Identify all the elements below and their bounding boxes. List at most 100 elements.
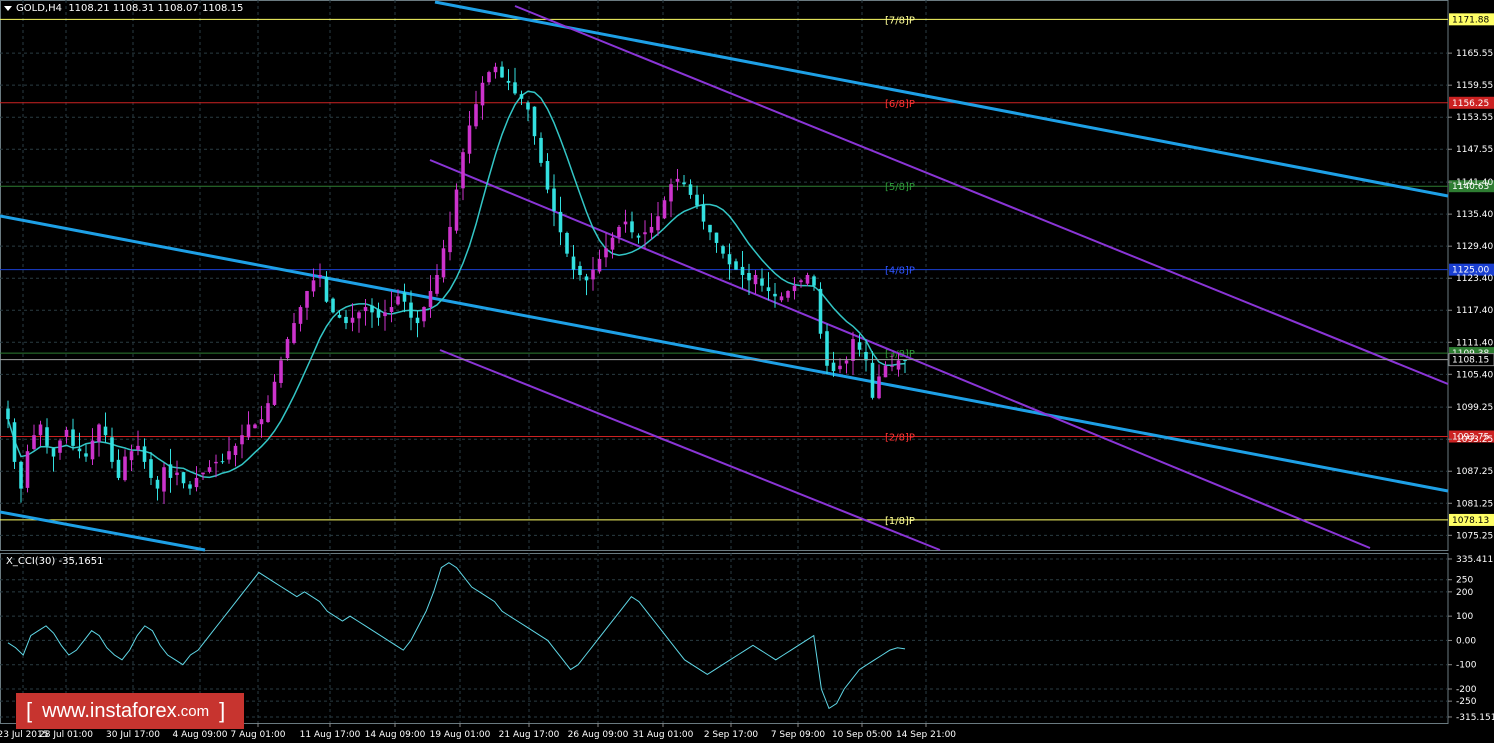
candle-body xyxy=(51,448,56,457)
candle-body xyxy=(84,453,88,457)
price-tick-label: 1111.40 xyxy=(1456,338,1493,348)
time-tick-label: 14 Sep 21:00 xyxy=(896,730,956,740)
candle-body xyxy=(246,424,251,438)
candle-body xyxy=(298,307,303,324)
candle-body xyxy=(675,178,680,182)
candle-body xyxy=(526,102,530,110)
time-tick-label: 31 Aug 01:00 xyxy=(633,730,694,740)
candle-body xyxy=(155,479,160,489)
candle-body xyxy=(266,403,270,423)
candle-body xyxy=(162,467,166,492)
candle-body xyxy=(207,467,212,472)
candle-body xyxy=(175,472,179,476)
candle-body xyxy=(649,226,654,233)
candle-body xyxy=(747,272,751,281)
cci-tick-label: -250 xyxy=(1456,697,1477,707)
price-tick-label: 1123.40 xyxy=(1456,274,1493,284)
instaforex-logo[interactable]: [ www.instaforex .com ] xyxy=(16,693,244,729)
price-tick-label: 1099.25 xyxy=(1456,403,1493,413)
candle-body xyxy=(760,278,764,286)
candle-body xyxy=(883,365,888,378)
chart-background xyxy=(0,0,1494,743)
candle-body xyxy=(740,266,745,275)
candle-body xyxy=(903,360,907,362)
candle-body xyxy=(409,302,413,318)
candle-body xyxy=(773,293,777,297)
time-tick-label: 2 Sep 17:00 xyxy=(704,730,759,740)
logo-domain: .com xyxy=(176,702,210,720)
price-tick-label: 1165.55 xyxy=(1456,49,1493,59)
price-chart: [7/8]P 1171.88[6/8]P 1156.25[5/8]P 1140.63[… xyxy=(0,0,1494,743)
price-tick-label: 1075.25 xyxy=(1456,531,1493,541)
cci-tick-label: 100 xyxy=(1456,612,1473,622)
candle-body xyxy=(454,189,459,231)
time-tick-label: 10 Sep 05:00 xyxy=(832,730,892,740)
current-price-label: 1108.15 xyxy=(1452,356,1489,366)
candle-body xyxy=(103,426,108,436)
candle-body xyxy=(487,72,491,83)
cci-tick-label: -200 xyxy=(1456,685,1477,695)
candle-body xyxy=(32,435,36,449)
candle-body xyxy=(129,451,134,461)
candle-body xyxy=(305,291,309,308)
logo-text: www.instaforex xyxy=(42,699,177,722)
murrey-label: [7/8]P xyxy=(885,15,915,26)
time-tick-label: 21 Aug 17:00 xyxy=(499,730,560,740)
murrey-label: [2/8]P xyxy=(885,433,915,444)
murrey-badge-label: 1078.13 xyxy=(1452,516,1489,526)
cci-tick-label: 335.411 xyxy=(1456,555,1493,565)
candle-body xyxy=(259,419,264,425)
candle-body xyxy=(799,280,803,283)
price-tick-label: 1081.25 xyxy=(1456,499,1493,509)
candle-body xyxy=(467,125,472,154)
murrey-label: [1/8]P xyxy=(885,516,915,527)
chevron-down-icon[interactable] xyxy=(4,5,12,11)
candle-body xyxy=(396,296,400,305)
cci-tick-label: 200 xyxy=(1456,588,1473,598)
candle-body xyxy=(123,456,127,481)
candle-body xyxy=(181,472,186,484)
candle-body xyxy=(376,309,381,318)
candle-body xyxy=(402,292,407,302)
candle-body xyxy=(331,298,335,313)
candle-body xyxy=(753,275,758,285)
price-tick-label: 1117.40 xyxy=(1456,306,1493,316)
candle-body xyxy=(292,323,296,344)
candle-body xyxy=(721,246,725,254)
time-tick-label: 19 Aug 01:00 xyxy=(430,730,491,740)
candle-body xyxy=(766,287,771,292)
candle-body xyxy=(610,237,615,250)
cci-tick-label: -315.151 xyxy=(1456,713,1494,723)
candle-body xyxy=(149,459,153,478)
candle-body xyxy=(448,226,452,253)
candle-body xyxy=(857,342,862,350)
candle-body xyxy=(142,446,147,462)
candle-body xyxy=(838,365,842,370)
candle-body xyxy=(389,307,394,313)
candle-body xyxy=(623,221,628,225)
candle-body xyxy=(890,365,894,367)
candle-body xyxy=(552,188,556,211)
candle-body xyxy=(97,424,101,442)
candle-body xyxy=(233,445,238,456)
candle-body xyxy=(701,204,706,222)
candle-body xyxy=(110,437,114,462)
candle-body xyxy=(734,261,738,270)
candle-body xyxy=(584,276,589,281)
candle-body xyxy=(714,232,719,243)
candle-body xyxy=(25,451,30,488)
price-tick-label: 1141.40 xyxy=(1456,178,1493,188)
candle-body xyxy=(630,221,634,233)
time-tick-label: 7 Sep 09:00 xyxy=(771,730,826,740)
candle-body xyxy=(636,235,641,238)
candle-body xyxy=(565,232,569,254)
murrey-badge-label: 1156.25 xyxy=(1452,99,1489,109)
candle-body xyxy=(779,296,784,301)
cci-tick-label: 250 xyxy=(1456,576,1473,586)
candle-body xyxy=(643,232,647,235)
candle-body xyxy=(168,464,173,478)
candle-body xyxy=(383,312,387,317)
candle-body xyxy=(422,307,426,322)
murrey-badge-label: 1171.88 xyxy=(1452,15,1489,25)
price-tick-label: 1135.40 xyxy=(1456,210,1493,220)
